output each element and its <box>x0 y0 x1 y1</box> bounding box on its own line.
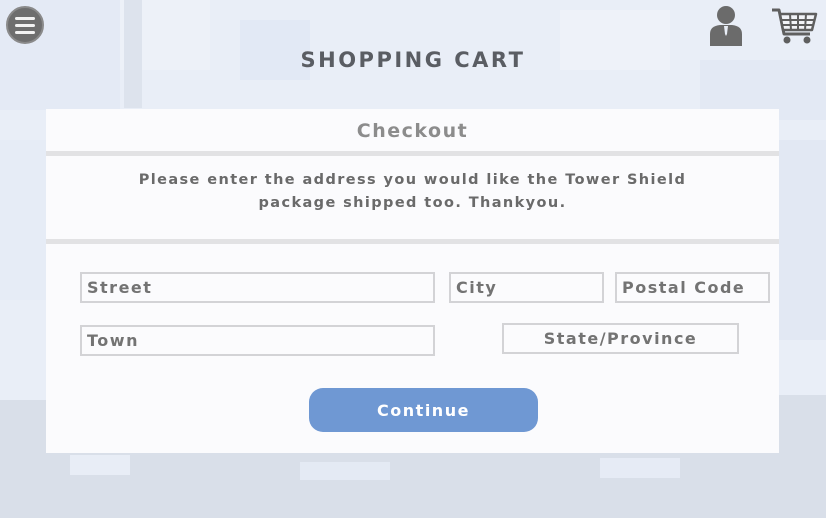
checkout-title: Checkout <box>356 120 469 142</box>
continue-button[interactable]: Continue <box>309 388 538 432</box>
street-input[interactable] <box>80 272 435 303</box>
postal-code-input[interactable] <box>615 272 770 303</box>
state-province-input[interactable] <box>502 323 739 354</box>
checkout-message: Please enter the address you would like … <box>138 172 687 211</box>
hamburger-menu-icon <box>15 16 35 20</box>
divider <box>46 239 779 244</box>
shopping-cart-icon[interactable] <box>770 6 818 46</box>
city-input[interactable] <box>449 272 604 303</box>
checkout-panel: Checkout Please enter the address you wo… <box>46 109 779 453</box>
page-title: SHOPPING CART <box>300 48 526 72</box>
town-input[interactable] <box>80 325 435 356</box>
divider <box>46 151 779 156</box>
menu-button[interactable] <box>6 6 44 44</box>
user-account-icon[interactable] <box>706 4 746 46</box>
